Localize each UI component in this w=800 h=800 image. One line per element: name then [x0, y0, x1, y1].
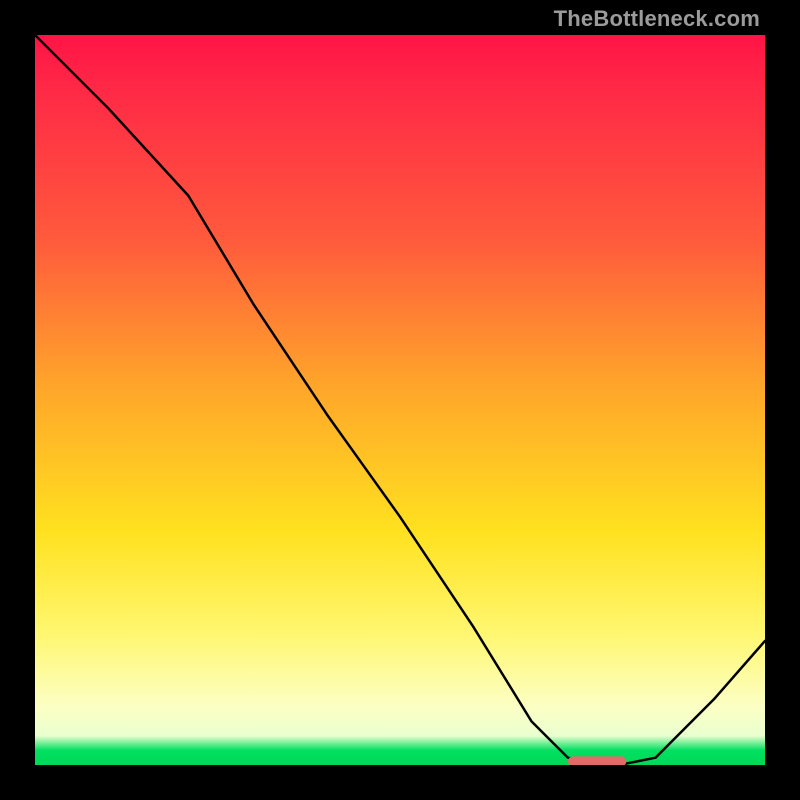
chart-frame: TheBottleneck.com — [0, 0, 800, 800]
plot-area — [35, 35, 765, 765]
chart-overlay — [35, 35, 765, 765]
optimal-range-marker — [568, 756, 626, 765]
bottleneck-curve — [35, 35, 765, 765]
attribution-text: TheBottleneck.com — [554, 6, 760, 32]
